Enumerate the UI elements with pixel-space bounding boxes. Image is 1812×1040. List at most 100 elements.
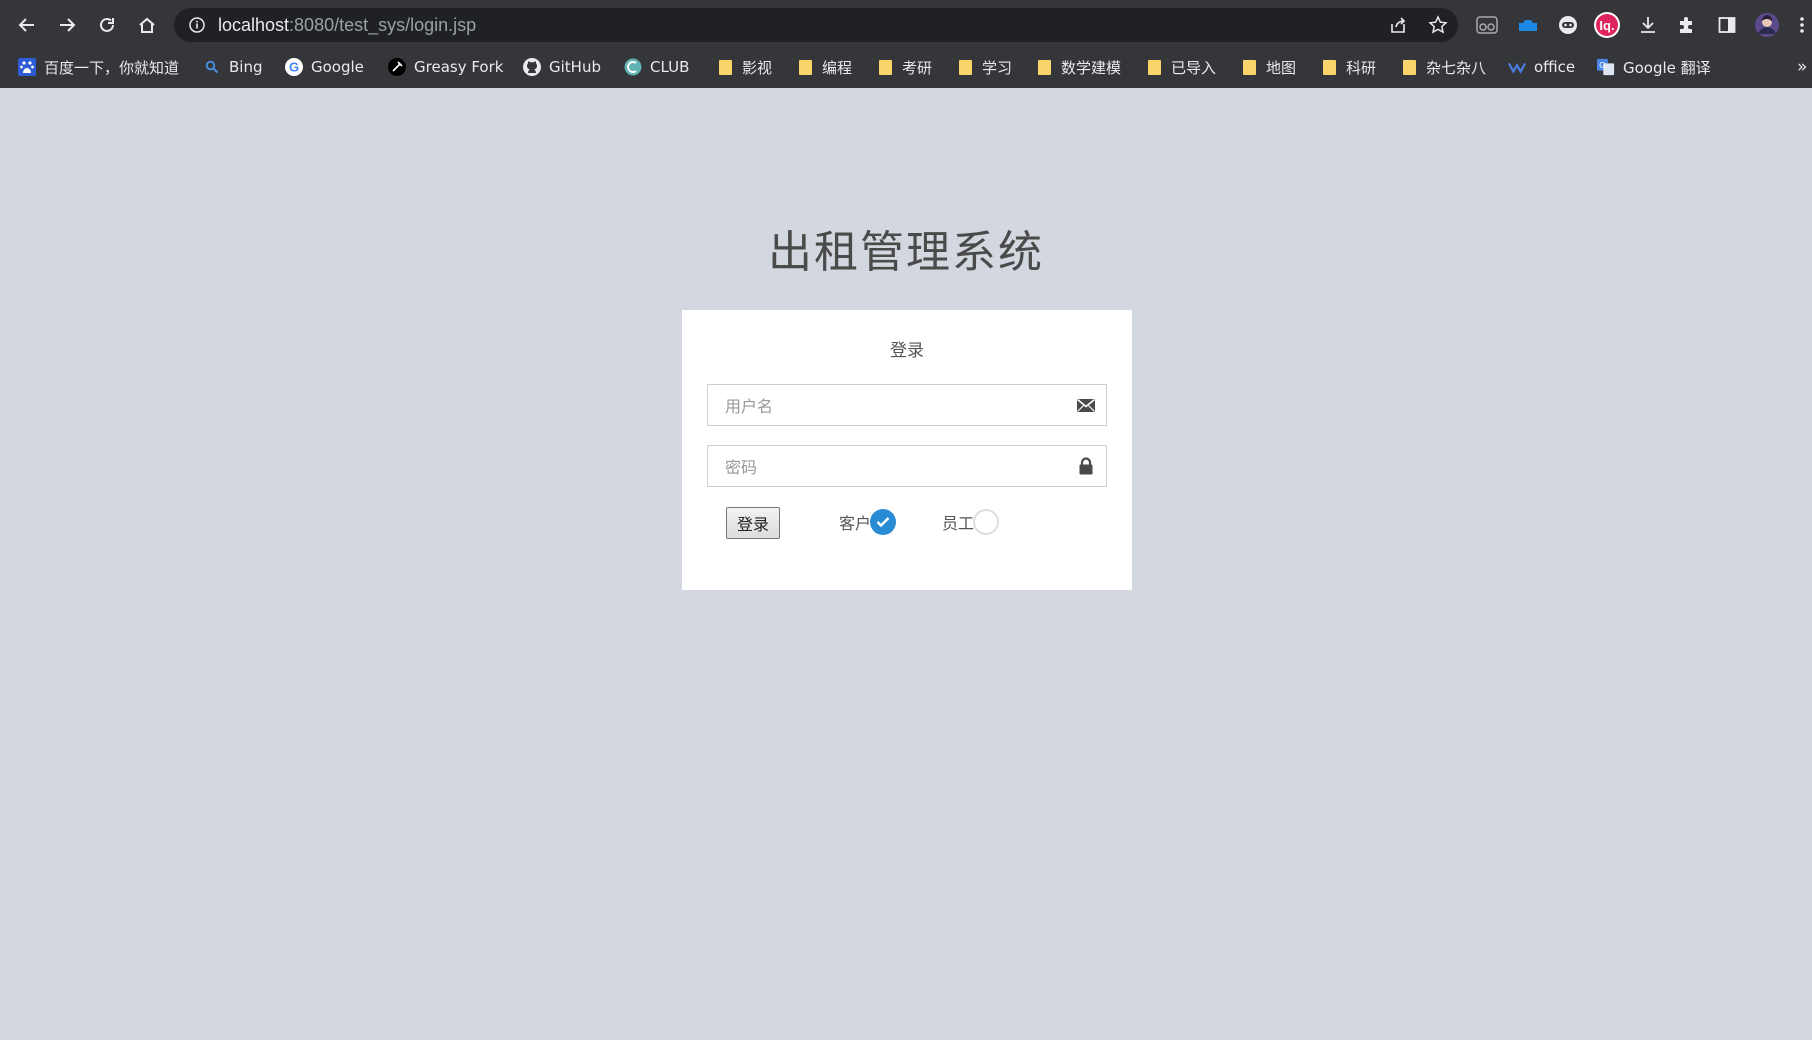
profile-button[interactable]	[1753, 11, 1781, 39]
home-button[interactable]	[131, 9, 163, 41]
bookmark-label: 影视	[742, 58, 773, 77]
role-customer-radio[interactable]	[870, 509, 897, 535]
page-title: 出租管理系统	[768, 227, 1044, 278]
bookmark-folder-video[interactable]: 影视	[716, 54, 772, 80]
login-card: 登录 登录 客户 员工	[682, 310, 1132, 590]
browser-menu-button[interactable]	[1795, 11, 1809, 39]
bookmark-star-button[interactable]	[1427, 14, 1449, 36]
login-button[interactable]: 登录	[726, 507, 780, 539]
club-icon	[624, 58, 642, 76]
side-panel-button[interactable]	[1713, 11, 1741, 39]
baidu-icon	[18, 58, 36, 76]
arrow-left-icon	[18, 18, 34, 32]
bookmark-baidu[interactable]: 百度一下，你就知道	[18, 54, 179, 80]
folder-icon	[1145, 58, 1163, 76]
extension-gamepad-button[interactable]	[1554, 11, 1582, 39]
role-customer-option[interactable]: 客户	[839, 508, 897, 536]
glasses-icon	[1476, 16, 1498, 34]
extension-reader-button[interactable]	[1473, 11, 1501, 39]
check-icon	[876, 517, 890, 528]
bookmark-label: 考研	[902, 58, 933, 77]
folder-icon	[1400, 58, 1418, 76]
iq-icon: Iq.	[1594, 12, 1620, 38]
bookmark-label: 学习	[982, 58, 1013, 77]
bookmark-label: Google 翻译	[1623, 58, 1711, 77]
username-field	[707, 384, 1107, 427]
bookmark-google-translate[interactable]: G Google 翻译	[1597, 54, 1711, 80]
gamepad-icon	[1559, 16, 1577, 34]
forward-button[interactable]	[51, 9, 83, 41]
bookmark-label: 杂七杂八	[1426, 58, 1487, 77]
bookmark-github[interactable]: GitHub	[523, 54, 601, 80]
role-employee-radio[interactable]	[973, 509, 1000, 535]
role-employee-option[interactable]: 员工	[942, 508, 1000, 536]
google-icon: G	[285, 58, 303, 76]
svg-text:Iq.: Iq.	[1599, 18, 1614, 33]
reload-icon	[100, 17, 114, 32]
bookmark-label: Google	[311, 58, 364, 76]
browser-chrome: localhost:8080/test_sys/login.jsp Iq. 百度…	[0, 0, 1812, 88]
star-icon	[1428, 15, 1448, 34]
password-input[interactable]	[723, 446, 1057, 488]
bookmark-label: 编程	[822, 58, 853, 77]
bookmark-label: Greasy Fork	[414, 58, 504, 76]
extension-iq-button[interactable]: Iq.	[1593, 11, 1621, 39]
folder-icon	[1240, 58, 1258, 76]
share-button[interactable]	[1387, 14, 1409, 36]
reload-button[interactable]	[91, 9, 123, 41]
google-translate-icon: G	[1597, 58, 1615, 76]
arrow-right-icon	[60, 18, 76, 32]
address-bar[interactable]: localhost:8080/test_sys/login.jsp	[174, 8, 1458, 42]
bookmark-folder-imported[interactable]: 已导入	[1145, 54, 1216, 80]
folder-icon	[1320, 58, 1338, 76]
bookmark-office[interactable]: office	[1508, 54, 1575, 80]
overflow-chevron: »	[1797, 57, 1808, 77]
bookmark-folder-map[interactable]: 地图	[1240, 54, 1296, 80]
folder-icon	[796, 58, 814, 76]
github-icon	[523, 58, 541, 76]
bookmark-label: Bing	[229, 58, 263, 76]
info-icon[interactable]	[188, 16, 206, 34]
downloads-button[interactable]	[1634, 11, 1662, 39]
bookmarks-overflow-button[interactable]: »	[1797, 54, 1807, 80]
extensions-button[interactable]	[1673, 11, 1701, 39]
svg-text:G: G	[289, 60, 299, 75]
bookmark-label: 百度一下，你就知道	[44, 58, 180, 77]
url-host: localhost	[218, 15, 290, 35]
avatar-icon	[1755, 13, 1779, 37]
svg-text:G: G	[1599, 61, 1605, 70]
bookmark-folder-kaoyan[interactable]: 考研	[876, 54, 932, 80]
bookmark-google[interactable]: G Google	[285, 54, 364, 80]
folder-icon	[876, 58, 894, 76]
greasyfork-icon	[388, 58, 406, 76]
url-text[interactable]: localhost:8080/test_sys/login.jsp	[218, 15, 476, 36]
login-heading: 登录	[890, 341, 924, 361]
blue-extension-icon	[1519, 20, 1537, 31]
more-vert-icon	[1800, 17, 1804, 33]
bookmark-folder-math-modeling[interactable]: 数学建模	[1035, 54, 1121, 80]
bookmark-folder-misc[interactable]: 杂七杂八	[1400, 54, 1486, 80]
bookmark-label: 地图	[1266, 58, 1297, 77]
bookmarks-bar: 百度一下，你就知道 Bing G Google Greasy Fork GitH…	[0, 50, 1812, 84]
envelope-icon	[1076, 398, 1096, 412]
bing-search-icon	[203, 58, 221, 76]
folder-icon	[1035, 58, 1053, 76]
bookmark-greasy-fork[interactable]: Greasy Fork	[388, 54, 503, 80]
home-icon	[139, 17, 155, 33]
username-input[interactable]	[723, 385, 1057, 427]
bookmark-folder-programming[interactable]: 编程	[796, 54, 852, 80]
url-path: :8080/test_sys/login.jsp	[289, 15, 477, 35]
download-icon	[1641, 17, 1655, 33]
lock-icon	[1079, 457, 1093, 475]
extension-blue-button[interactable]	[1514, 11, 1542, 39]
browser-toolbar: localhost:8080/test_sys/login.jsp Iq.	[0, 4, 1812, 46]
bookmark-bing[interactable]: Bing	[203, 54, 263, 80]
back-button[interactable]	[11, 9, 43, 41]
password-field	[707, 445, 1107, 488]
bookmark-club[interactable]: CLUB	[624, 54, 689, 80]
bookmark-label: office	[1534, 58, 1576, 76]
bookmark-folder-research[interactable]: 科研	[1320, 54, 1376, 80]
bookmark-label: 科研	[1346, 58, 1377, 77]
bookmark-folder-study[interactable]: 学习	[956, 54, 1012, 80]
office-icon	[1508, 58, 1526, 76]
